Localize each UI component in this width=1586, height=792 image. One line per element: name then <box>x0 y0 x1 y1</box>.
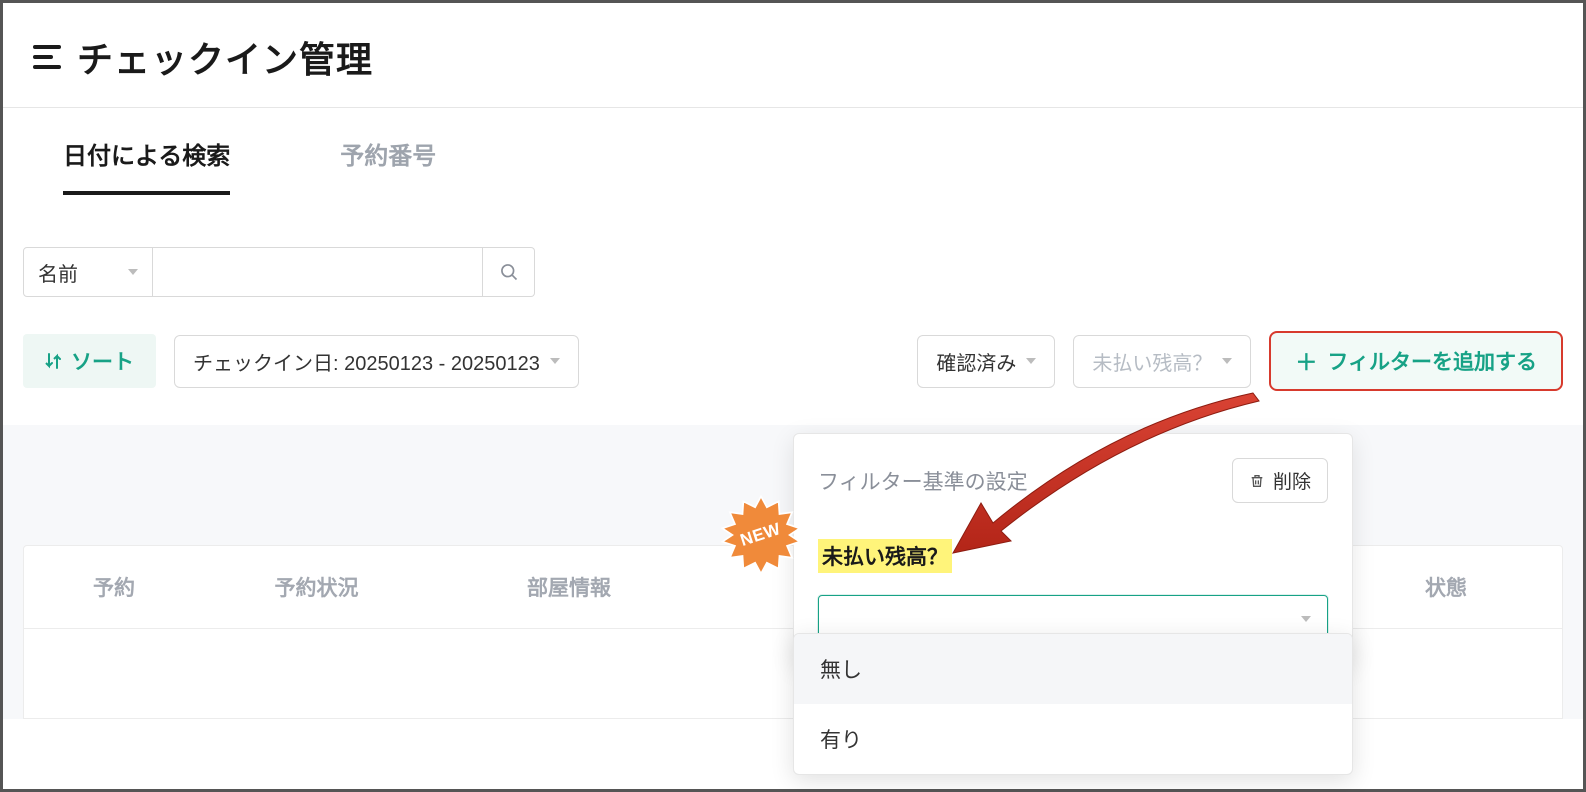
tab-reservation-number[interactable]: 予約番号 <box>340 136 436 195</box>
unpaid-balance-placeholder: 未払い残高？ <box>1092 347 1212 376</box>
chevron-down-icon <box>1301 616 1311 622</box>
add-filter-button[interactable]: ＋ フィルターを追加する <box>1269 331 1563 391</box>
filter-delete-button[interactable]: 削除 <box>1232 458 1328 503</box>
search-icon <box>499 262 519 282</box>
sort-label: ソート <box>71 346 134 376</box>
new-badge: NEW <box>719 493 803 577</box>
checkin-date-label: チェックイン日: 20250123 - 20250123 <box>193 347 540 376</box>
menu-collapse-icon[interactable] <box>33 45 61 69</box>
filter-settings-panel: フィルター基準の設定 削除 未払い残高？ <box>793 433 1353 664</box>
filter-option-none[interactable]: 無し <box>794 634 1352 704</box>
filter-options-dropdown: 無し 有り <box>793 633 1353 775</box>
col-room-info: 部屋情報 <box>429 572 709 602</box>
trash-icon <box>1249 472 1265 490</box>
sort-icon <box>45 352 61 370</box>
filter-field-label: 未払い残高？ <box>818 539 952 573</box>
chevron-down-icon <box>1222 358 1232 364</box>
chevron-down-icon <box>1026 358 1036 364</box>
search-field-label: 名前 <box>38 258 78 287</box>
confirmed-filter[interactable]: 確認済み <box>917 335 1055 388</box>
search-row: 名前 <box>3 195 1583 297</box>
filter-panel-title: フィルター基準の設定 <box>818 466 1028 496</box>
tab-search-by-date[interactable]: 日付による検索 <box>63 136 230 195</box>
add-filter-label: フィルターを追加する <box>1327 346 1537 376</box>
col-reservation-status: 予約状況 <box>204 572 429 602</box>
search-field-select[interactable]: 名前 <box>23 247 153 297</box>
filters-row: ソート チェックイン日: 20250123 - 20250123 確認済み 未払… <box>3 297 1583 391</box>
search-button[interactable] <box>483 247 535 297</box>
search-input[interactable] <box>153 247 483 297</box>
col-reservation: 予約 <box>24 572 204 602</box>
confirmed-label: 確認済み <box>936 347 1016 376</box>
sort-button[interactable]: ソート <box>23 334 156 388</box>
chevron-down-icon <box>128 269 138 275</box>
page-title: チェックイン管理 <box>77 31 373 83</box>
plus-icon: ＋ <box>1295 345 1317 377</box>
chevron-down-icon <box>550 358 560 364</box>
filter-option-exists[interactable]: 有り <box>794 704 1352 774</box>
unpaid-balance-filter[interactable]: 未払い残高？ <box>1073 335 1251 388</box>
checkin-date-filter[interactable]: チェックイン日: 20250123 - 20250123 <box>174 335 579 388</box>
tab-bar: 日付による検索 予約番号 <box>3 108 1583 195</box>
filter-delete-label: 削除 <box>1273 467 1311 494</box>
